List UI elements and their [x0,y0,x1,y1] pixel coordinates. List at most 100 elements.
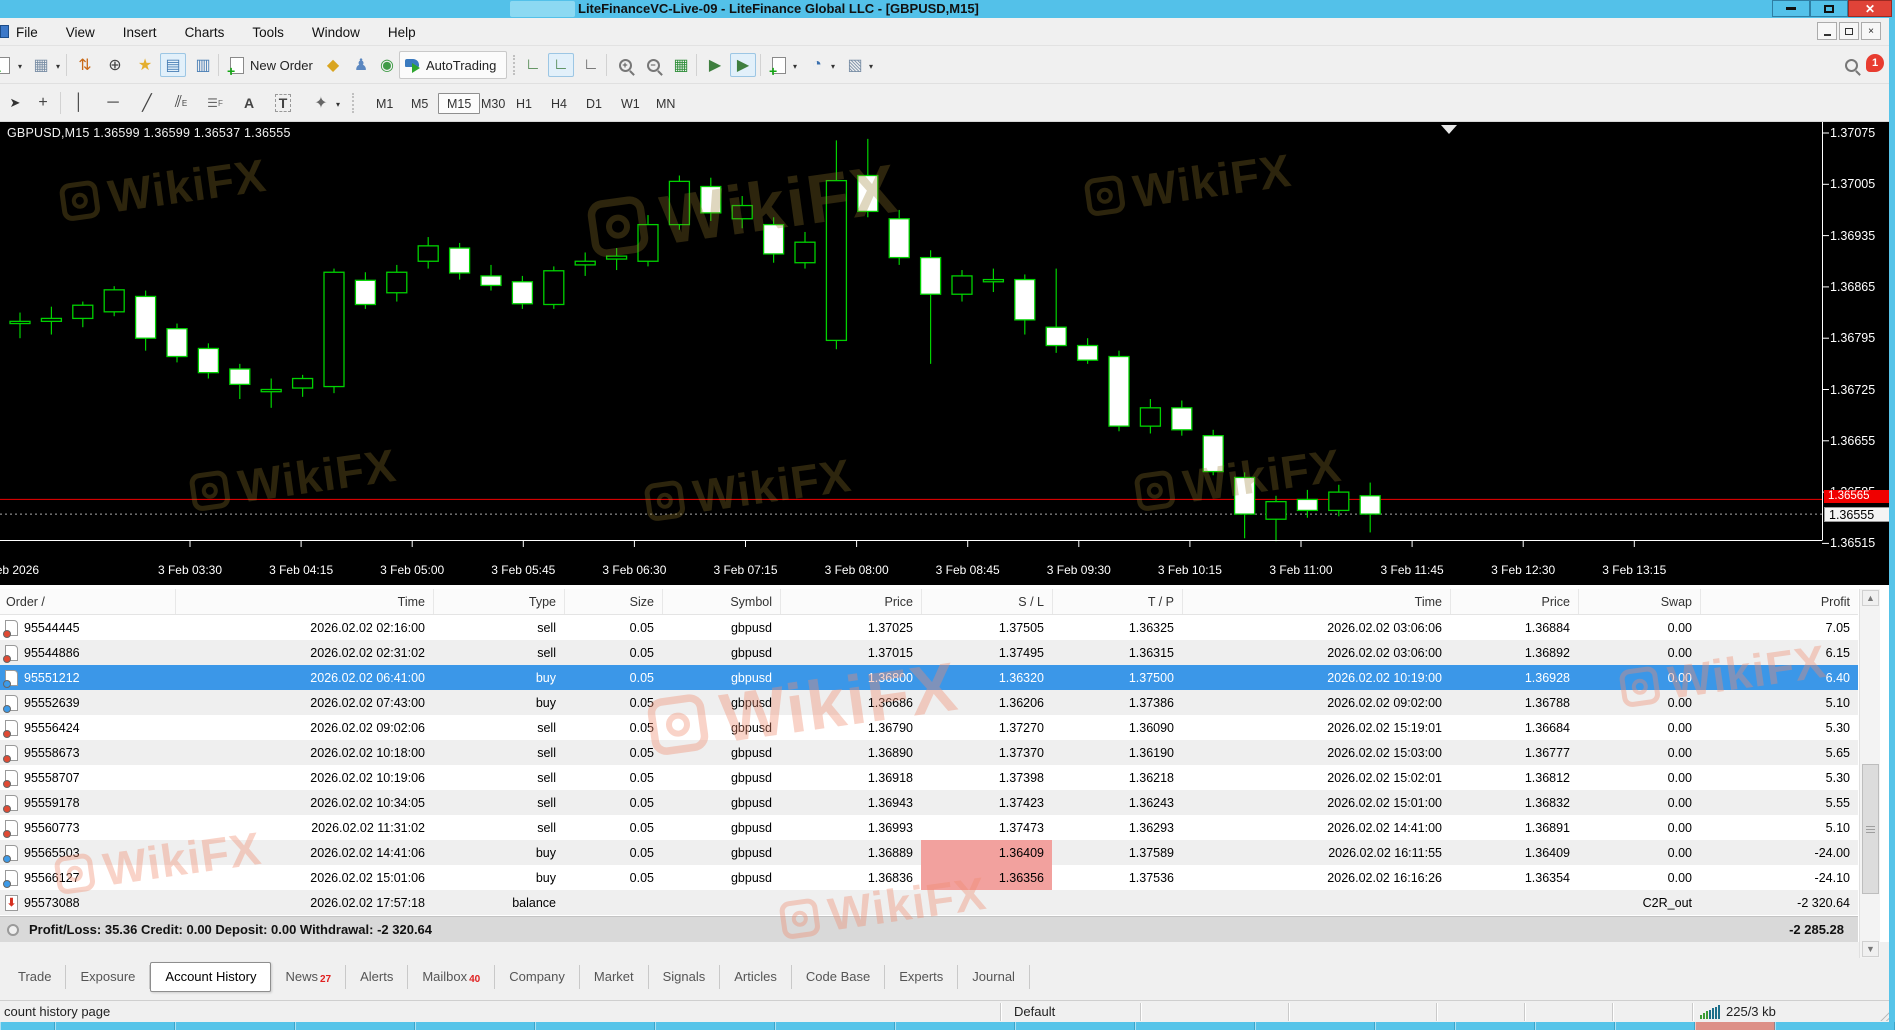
history-row-95551212[interactable]: 955512122026.02.02 06:41:00buy0.05gbpusd… [0,665,1858,690]
column-header-time-close[interactable]: Time [1182,589,1450,614]
scroll-down-icon[interactable]: ▼ [1862,941,1879,957]
history-row-95566127[interactable]: 955661272026.02.02 15:01:06buy0.05gbpusd… [0,865,1858,890]
timeframe-h4[interactable]: H4 [543,93,575,114]
chart-restore-button[interactable] [1839,22,1859,40]
history-row-95565503[interactable]: 955655032026.02.02 14:41:06buy0.05gbpusd… [0,840,1858,865]
history-row-95556424[interactable]: 955564242026.02.02 09:02:06sell0.05gbpus… [0,715,1858,740]
taskbar-window-segment[interactable] [1135,1022,1255,1030]
menu-charts[interactable]: Charts [185,25,225,40]
text-icon[interactable]: A [236,91,262,115]
history-row-95544886[interactable]: 955448862026.02.02 02:31:02sell0.05gbpus… [0,640,1858,665]
templates-icon[interactable]: ▧ [842,53,868,77]
price-chart[interactable]: GBPUSD,M15 1.36599 1.36599 1.36537 1.365… [0,122,1895,585]
scrollbar-thumb[interactable] [1862,764,1879,894]
taskbar-window-segment[interactable] [1375,1022,1455,1030]
new-chart-icon[interactable]: + [0,53,16,77]
new-chart-dropdown[interactable]: ▾ [18,62,22,71]
indicators-bar-icon[interactable]: ∟ [520,53,546,77]
tab-trade[interactable]: Trade [4,965,66,989]
menu-insert[interactable]: Insert [123,25,157,40]
trendline-icon[interactable]: ╱ [134,91,160,115]
new-order-button[interactable]: New Order [250,58,313,73]
horizontal-line-icon[interactable]: ─ [100,91,126,115]
tab-news[interactable]: News27 [271,965,346,989]
timeframe-m1[interactable]: M1 [368,93,401,114]
history-row-95552639[interactable]: 955526392026.02.02 07:43:00buy0.05gbpusd… [0,690,1858,715]
table-scrollbar[interactable]: ▲ ▼ [1859,589,1880,958]
new-order-icon[interactable]: + [224,53,250,77]
taskbar-window-segment[interactable] [1255,1022,1375,1030]
tab-alerts[interactable]: Alerts [346,965,408,989]
taskbar-window-segment[interactable] [1535,1022,1615,1030]
expert-advisors-icon[interactable]: ♟︎ [348,53,374,77]
scroll-up-icon[interactable]: ▲ [1862,590,1879,606]
taskbar-window-segment[interactable] [295,1022,415,1030]
tab-mailbox[interactable]: Mailbox40 [408,965,495,989]
column-header-swap-close[interactable]: Swap [1578,589,1700,614]
tab-code-base[interactable]: Code Base [792,965,885,989]
profiles-icon[interactable]: ▦ [28,53,54,77]
minimize-button[interactable] [1772,0,1810,17]
column-header-type[interactable]: Type [433,589,564,614]
arrows-dropdown[interactable]: ▾ [336,100,340,109]
taskbar-window-segment[interactable] [175,1022,295,1030]
favorites-icon[interactable]: ★ [132,53,158,77]
taskbar-window-segment[interactable] [1775,1022,1895,1030]
history-row-95558673[interactable]: 955586732026.02.02 10:18:00sell0.05gbpus… [0,740,1858,765]
column-header-size[interactable]: Size [564,589,662,614]
column-header-tp[interactable]: T / P [1052,589,1182,614]
timeframe-d1[interactable]: D1 [578,93,610,114]
search-icon[interactable] [1838,53,1864,77]
menu-window[interactable]: Window [312,25,360,40]
status-profile[interactable]: Default [1014,1004,1055,1019]
taskbar-window-segment[interactable] [1455,1022,1535,1030]
periods-dropdown[interactable]: ▾ [831,62,835,71]
tick-chart-icon[interactable]: ⇅ [72,53,98,77]
taskbar-window-segment[interactable] [1615,1022,1695,1030]
text-label-icon[interactable]: T [270,91,296,115]
menu-file[interactable]: File [16,25,38,40]
history-row-95559178[interactable]: 955591782026.02.02 10:34:05sell0.05gbpus… [0,790,1858,815]
crosshair-icon[interactable]: + [30,91,56,115]
chart-shift-icon[interactable]: ▶ [730,53,756,77]
taskbar-window-segment[interactable] [1015,1022,1135,1030]
history-row-95560773[interactable]: 955607732026.02.02 11:31:02sell0.05gbpus… [0,815,1858,840]
history-row-95544445[interactable]: 955444452026.02.02 02:16:00sell0.05gbpus… [0,615,1858,640]
indicators-line-icon[interactable]: ∟ [578,53,604,77]
timeframe-mn[interactable]: MN [648,93,683,114]
vertical-line-icon[interactable]: │ [66,91,92,115]
chart-minimize-button[interactable] [1817,22,1837,40]
taskbar-window-segment[interactable] [895,1022,1015,1030]
taskbar-strip[interactable] [0,1022,1895,1030]
timeframe-w1[interactable]: W1 [613,93,648,114]
cursor-icon[interactable]: ➤︎ [2,91,28,115]
zoom-out-icon[interactable]: − [640,53,666,77]
channel-icon[interactable]: ⫽E [168,91,194,115]
add-indicator-dropdown[interactable]: ▾ [793,62,797,71]
menu-view[interactable]: View [66,25,95,40]
tab-experts[interactable]: Experts [885,965,958,989]
market-watch-icon[interactable]: ▤ [160,53,186,77]
tab-exposure[interactable]: Exposure [66,965,150,989]
menu-help[interactable]: Help [388,25,416,40]
timeframe-h1[interactable]: H1 [508,93,540,114]
column-header-sl[interactable]: S / L [921,589,1052,614]
auto-scroll-icon[interactable]: ▶ [702,53,728,77]
taskbar-window-segment[interactable] [535,1022,655,1030]
tab-company[interactable]: Company [495,965,580,989]
column-header-price-close[interactable]: Price [1450,589,1578,614]
crosshair-mode-icon[interactable]: ⊕ [102,53,128,77]
notification-badge[interactable]: 1 [1866,54,1884,72]
templates-dropdown[interactable]: ▾ [869,62,873,71]
taskbar-window-segment[interactable] [775,1022,895,1030]
menu-tools[interactable]: Tools [252,25,284,40]
column-header-price[interactable]: Price [780,589,921,614]
column-header-symbol[interactable]: Symbol [662,589,780,614]
profiles-dropdown[interactable]: ▾ [56,62,60,71]
column-header-time[interactable]: Time [175,589,433,614]
taskbar-window-segment[interactable] [0,1022,55,1030]
tab-signals[interactable]: Signals [649,965,721,989]
history-center-icon[interactable]: ◆ [320,53,346,77]
column-header-order[interactable]: Order / [0,589,175,614]
timeframe-m5[interactable]: M5 [403,93,436,114]
